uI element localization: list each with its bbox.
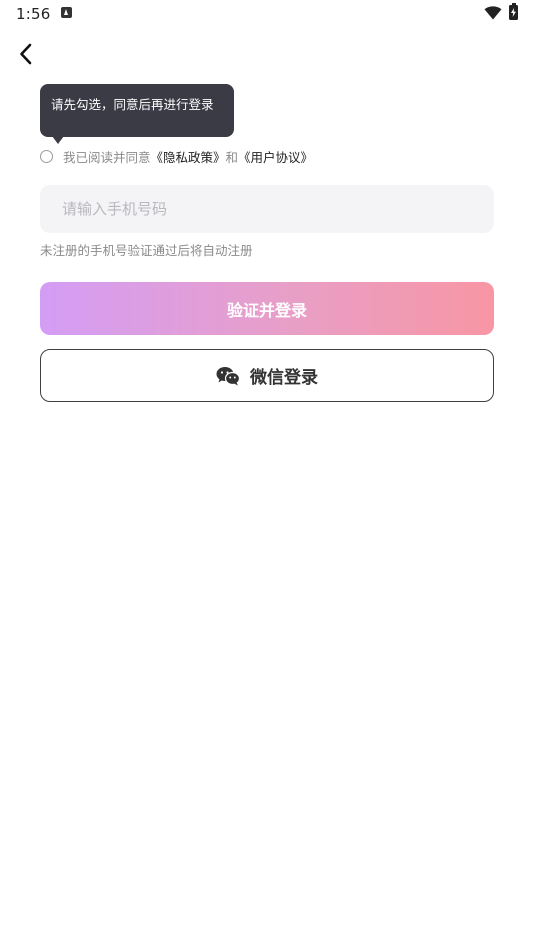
agreement-prefix-text: 我已阅读并同意 xyxy=(63,149,151,165)
auto-register-hint: 未注册的手机号验证通过后将自动注册 xyxy=(40,243,253,258)
wechat-login-label: 微信登录 xyxy=(250,368,318,388)
chevron-left-icon xyxy=(20,43,32,65)
privacy-policy-link[interactable]: 《隐私政策》 xyxy=(151,147,226,166)
user-agreement-link[interactable]: 《用户协议》 xyxy=(238,147,313,166)
verify-login-button[interactable]: 验证并登录 xyxy=(40,282,494,335)
agreement-row: 我已阅读并同意 《隐私政策》 和 《用户协议》 xyxy=(40,147,313,165)
wechat-login-button[interactable]: 微信登录 xyxy=(40,349,494,402)
wifi-icon xyxy=(484,6,502,20)
tooltip-arrow xyxy=(52,136,64,144)
app-notification-icon xyxy=(61,7,72,18)
phone-number-input[interactable] xyxy=(40,185,494,233)
status-time: 1:56 xyxy=(16,5,51,23)
agreement-checkbox[interactable] xyxy=(40,149,53,163)
agreement-tooltip: 请先勾选，同意后再进行登录 xyxy=(40,84,234,144)
status-bar: 1:56 xyxy=(0,0,534,28)
back-button[interactable] xyxy=(10,38,42,70)
tooltip-text: 请先勾选，同意后再进行登录 xyxy=(51,97,214,112)
phone-input-container xyxy=(40,185,494,233)
agreement-conjunction-text: 和 xyxy=(225,149,239,165)
battery-charging-icon xyxy=(509,3,518,20)
wechat-icon xyxy=(216,366,240,385)
